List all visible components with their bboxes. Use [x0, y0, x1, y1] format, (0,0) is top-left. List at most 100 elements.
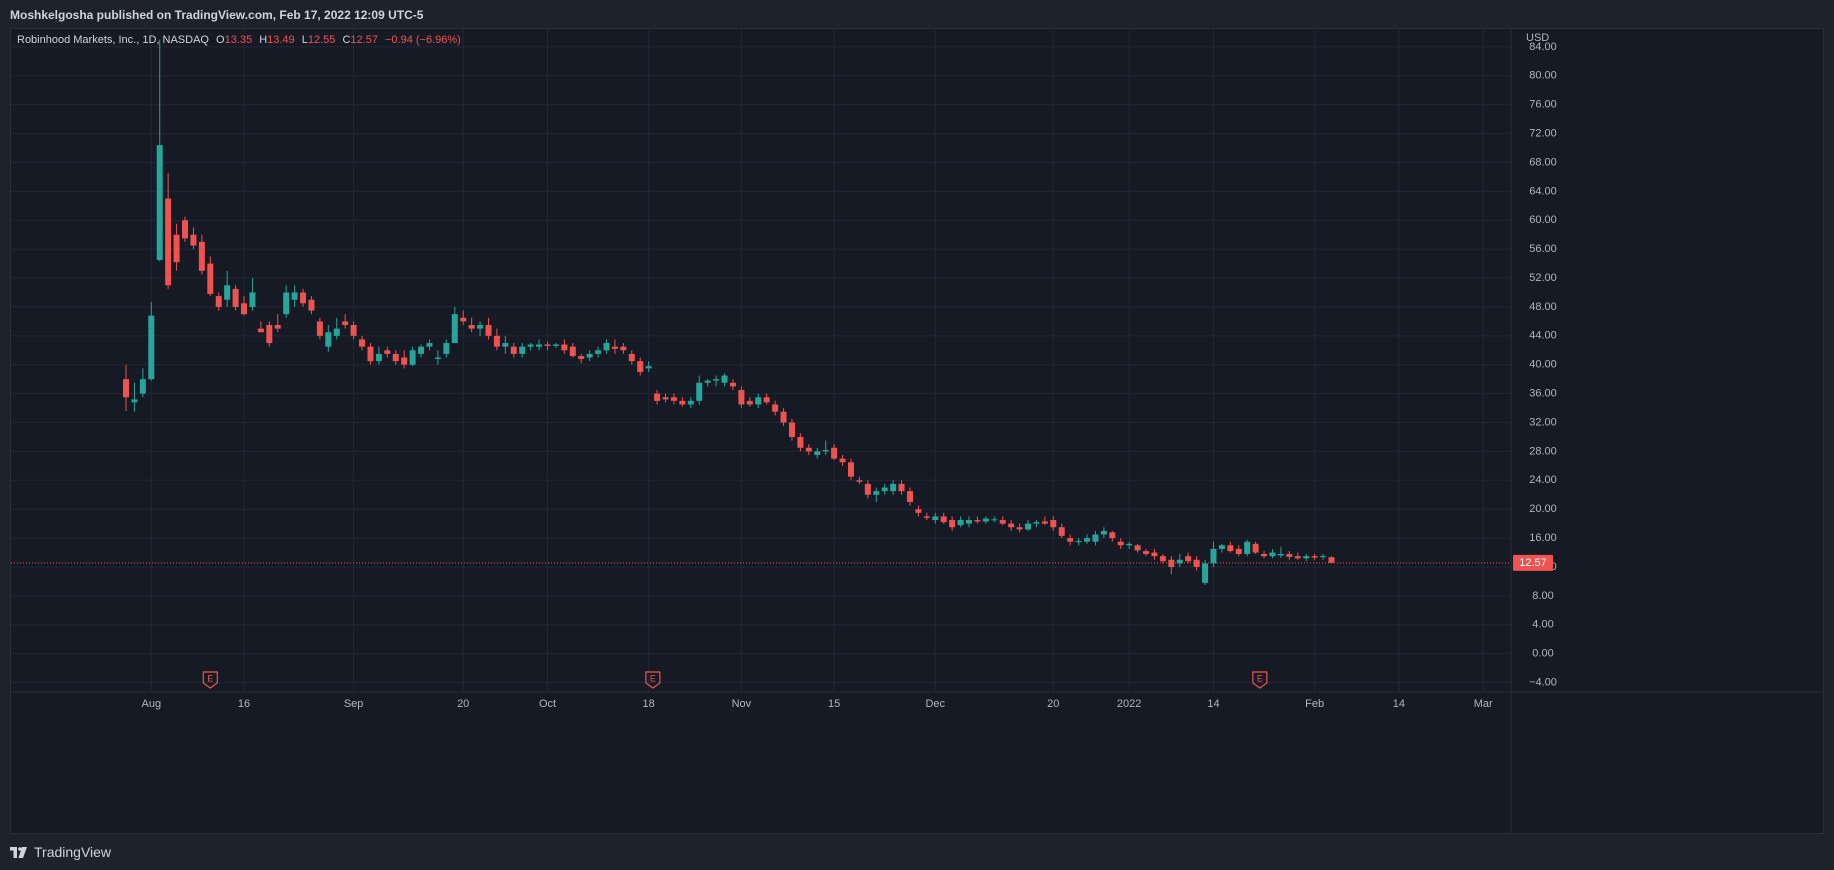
candle-body — [881, 487, 888, 492]
tradingview-logo[interactable]: TradingView — [10, 844, 111, 860]
candle-down — [1050, 516, 1057, 531]
candle-down — [1134, 543, 1141, 553]
candle-body — [1067, 538, 1074, 542]
candle-down — [215, 292, 222, 311]
candle-up — [156, 39, 163, 262]
candle-down — [864, 480, 871, 499]
candle-down — [1008, 520, 1015, 531]
legend-change: −0.94 (−6.96%) — [385, 34, 461, 46]
candle-down — [1193, 556, 1200, 571]
candle-body — [544, 344, 551, 346]
candle-body — [788, 422, 795, 437]
candle-up — [966, 516, 972, 528]
candle-body — [426, 343, 433, 347]
candle-body — [139, 379, 146, 394]
legend-open: 13.35 — [225, 34, 253, 46]
x-tick-label: Sep — [344, 698, 364, 710]
candle-body — [552, 344, 559, 346]
candle-down — [974, 516, 981, 524]
candle-up — [957, 516, 964, 528]
candle-up — [519, 343, 526, 358]
candle-body — [1075, 540, 1082, 542]
y-tick-label: 28.00 — [1529, 445, 1557, 457]
legend: Robinhood Markets, Inc., 1D, NASDAQ O13.… — [17, 34, 461, 46]
legend-close-label: C — [342, 34, 350, 46]
earnings-marker[interactable]: E — [1252, 671, 1268, 689]
chart-container[interactable]: E E E 84.00 80.00 76.00 72.00 68.00 64.00 60.00 5… — [10, 28, 1824, 834]
candle-down — [906, 487, 913, 506]
candle-down — [1117, 538, 1124, 549]
candle-body — [165, 198, 172, 286]
candle-down — [1168, 556, 1175, 575]
legend-low: 12.55 — [308, 34, 336, 46]
candle-down — [468, 317, 475, 333]
candle-body — [662, 397, 669, 400]
x-tick-label: Mar — [1474, 698, 1493, 710]
candlestick-chart[interactable]: E E E 84.0080.0076.0072.0068.0064.0060.005… — [11, 29, 1823, 833]
candle-body — [241, 303, 248, 315]
candle-body — [1159, 556, 1166, 562]
candle-up — [477, 321, 484, 336]
candle-down — [182, 216, 189, 242]
y-tick-label: 0.00 — [1532, 648, 1553, 660]
candle-up — [1202, 559, 1209, 586]
y-tick-label: 72.00 — [1529, 127, 1557, 139]
price-axis[interactable]: 84.0080.0076.0072.0068.0064.0060.0056.00… — [1529, 41, 1557, 689]
candle-body — [780, 411, 787, 423]
candle-body — [493, 335, 500, 347]
candle-body — [713, 379, 720, 381]
candle-up — [982, 516, 989, 524]
candle-body — [586, 353, 593, 358]
candle-up — [713, 375, 720, 387]
candle-down — [915, 505, 922, 517]
time-axis[interactable]: Aug 16 Sep 20 Oct 18 Nov 15 Dec 20 2022 14 Feb 14 Mar — [142, 698, 1494, 710]
candle-down — [763, 393, 770, 405]
currency-label[interactable]: USD — [1526, 32, 1549, 44]
candle-down — [654, 390, 661, 405]
candle-body — [1058, 527, 1065, 536]
candle-down — [1185, 552, 1192, 564]
candle-down — [738, 386, 745, 409]
candle-body — [670, 397, 677, 401]
candle-down — [561, 339, 568, 354]
candle-body — [249, 292, 256, 307]
x-tick-label: 14 — [1393, 698, 1405, 710]
candle-body — [1193, 559, 1200, 567]
candle-down — [1143, 548, 1150, 557]
candle-up — [291, 285, 298, 307]
candle-down — [401, 350, 408, 369]
candle-body — [645, 366, 652, 369]
candle-up — [586, 350, 593, 362]
earnings-marker[interactable]: E — [202, 671, 218, 689]
candle-down — [578, 353, 585, 364]
candle-body — [1126, 543, 1133, 546]
candle-body — [1210, 548, 1217, 564]
candle-body — [510, 346, 517, 354]
candle-up — [1320, 553, 1327, 560]
candle-up — [645, 361, 652, 372]
candle-body — [1151, 552, 1158, 557]
last-price-tag: 12.57 — [1513, 554, 1553, 571]
candle-up — [1033, 520, 1040, 528]
candle-body — [1227, 545, 1234, 552]
candle-down — [123, 364, 129, 411]
candle-down — [923, 512, 930, 521]
candle-body — [890, 483, 897, 492]
candle-body — [1269, 552, 1276, 557]
candle-body — [915, 509, 922, 513]
candle-down — [1159, 553, 1166, 564]
candle-down — [207, 256, 214, 297]
candle-body — [1320, 556, 1327, 558]
candle-body — [763, 397, 770, 403]
price-scale-background — [1511, 29, 1823, 833]
candle-body — [266, 324, 273, 344]
candle-body — [1176, 559, 1183, 564]
candle-body — [519, 346, 526, 354]
candle-down — [569, 343, 576, 358]
candle-up — [552, 343, 559, 349]
earnings-marker[interactable]: E — [645, 671, 661, 689]
candle-body — [603, 343, 610, 351]
candle-body — [485, 324, 492, 336]
candle-body — [409, 350, 416, 365]
candle-up — [283, 285, 290, 318]
